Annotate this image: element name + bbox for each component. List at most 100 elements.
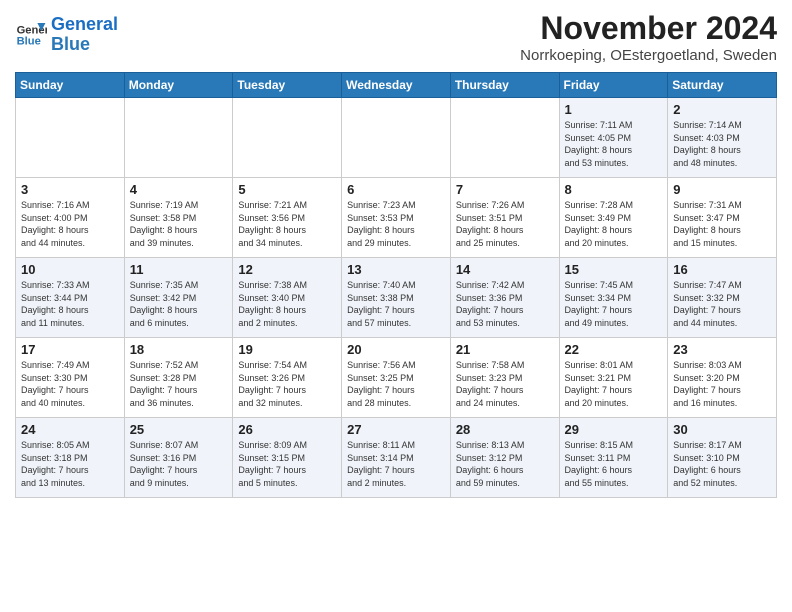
month-title: November 2024 — [520, 10, 777, 47]
day-number: 7 — [456, 182, 554, 197]
day-info: Sunrise: 8:07 AM Sunset: 3:16 PM Dayligh… — [130, 439, 228, 489]
day-number: 4 — [130, 182, 228, 197]
day-number: 18 — [130, 342, 228, 357]
calendar-body: 1Sunrise: 7:11 AM Sunset: 4:05 PM Daylig… — [16, 98, 777, 498]
day-info: Sunrise: 7:21 AM Sunset: 3:56 PM Dayligh… — [238, 199, 336, 249]
calendar-cell: 8 Sunrise: 7:28 AM Sunset: 3:49 PM Daylig… — [559, 178, 668, 258]
day-number: 25 — [130, 422, 228, 437]
day-number: 8 — [565, 182, 663, 197]
day-number: 16 — [673, 262, 771, 277]
calendar-cell: 24 Sunrise: 8:05 AM Sunset: 3:18 PM Dayli… — [16, 418, 125, 498]
location: Norrkoeping, OEstergoetland, Sweden — [520, 47, 777, 64]
weekday-header: Tuesday — [233, 73, 342, 98]
calendar-cell: 3 Sunrise: 7:16 AM Sunset: 4:00 PM Daylig… — [16, 178, 125, 258]
day-info: Sunrise: 7:40 AM Sunset: 3:38 PM Dayligh… — [347, 279, 445, 329]
day-info: Sunrise: 8:17 AM Sunset: 3:10 PM Dayligh… — [673, 439, 771, 489]
day-info: Sunrise: 7:35 AM Sunset: 3:42 PM Dayligh… — [130, 279, 228, 329]
day-info: Sunrise: 8:09 AM Sunset: 3:15 PM Dayligh… — [238, 439, 336, 489]
day-number: 29 — [565, 422, 663, 437]
weekday-header: Monday — [124, 73, 233, 98]
day-info: Sunrise: 8:11 AM Sunset: 3:14 PM Dayligh… — [347, 439, 445, 489]
calendar-cell: 5 Sunrise: 7:21 AM Sunset: 3:56 PM Daylig… — [233, 178, 342, 258]
title-area: November 2024 Norrkoeping, OEstergoetlan… — [520, 10, 777, 64]
calendar-cell: 25 Sunrise: 8:07 AM Sunset: 3:16 PM Dayli… — [124, 418, 233, 498]
calendar-cell: 19 Sunrise: 7:54 AM Sunset: 3:26 PM Dayli… — [233, 338, 342, 418]
day-number: 24 — [21, 422, 119, 437]
day-info: Sunrise: 8:13 AM Sunset: 3:12 PM Dayligh… — [456, 439, 554, 489]
day-number: 23 — [673, 342, 771, 357]
weekday-header: Saturday — [668, 73, 777, 98]
day-number: 26 — [238, 422, 336, 437]
calendar-cell: 10 Sunrise: 7:33 AM Sunset: 3:44 PM Dayli… — [16, 258, 125, 338]
calendar-cell — [124, 98, 233, 178]
calendar-week-row: 24 Sunrise: 8:05 AM Sunset: 3:18 PM Dayli… — [16, 418, 777, 498]
day-number: 30 — [673, 422, 771, 437]
calendar-cell: 16 Sunrise: 7:47 AM Sunset: 3:32 PM Dayli… — [668, 258, 777, 338]
day-info: Sunrise: 7:16 AM Sunset: 4:00 PM Dayligh… — [21, 199, 119, 249]
day-info: Sunrise: 7:52 AM Sunset: 3:28 PM Dayligh… — [130, 359, 228, 409]
day-number: 1 — [565, 102, 663, 117]
calendar-cell — [233, 98, 342, 178]
day-info: Sunrise: 7:54 AM Sunset: 3:26 PM Dayligh… — [238, 359, 336, 409]
calendar-cell: 21 Sunrise: 7:58 AM Sunset: 3:23 PM Dayli… — [450, 338, 559, 418]
calendar-week-row: 1Sunrise: 7:11 AM Sunset: 4:05 PM Daylig… — [16, 98, 777, 178]
day-info: Sunrise: 8:01 AM Sunset: 3:21 PM Dayligh… — [565, 359, 663, 409]
day-number: 27 — [347, 422, 445, 437]
day-info: Sunrise: 7:33 AM Sunset: 3:44 PM Dayligh… — [21, 279, 119, 329]
calendar-cell: 14Sunrise: 7:42 AM Sunset: 3:36 PM Dayli… — [450, 258, 559, 338]
day-number: 2 — [673, 102, 771, 117]
weekday-header: Thursday — [450, 73, 559, 98]
header: General Blue GeneralBlue November 2024 N… — [15, 10, 777, 64]
calendar-cell — [342, 98, 451, 178]
calendar-cell: 22 Sunrise: 8:01 AM Sunset: 3:21 PM Dayli… — [559, 338, 668, 418]
calendar-cell: 1Sunrise: 7:11 AM Sunset: 4:05 PM Daylig… — [559, 98, 668, 178]
day-number: 20 — [347, 342, 445, 357]
calendar-header-row: SundayMondayTuesdayWednesdayThursdayFrid… — [16, 73, 777, 98]
day-number: 9 — [673, 182, 771, 197]
weekday-header: Sunday — [16, 73, 125, 98]
logo-text: GeneralBlue — [51, 15, 118, 55]
day-info: Sunrise: 7:45 AM Sunset: 3:34 PM Dayligh… — [565, 279, 663, 329]
calendar-cell: 13 Sunrise: 7:40 AM Sunset: 3:38 PM Dayli… — [342, 258, 451, 338]
day-info: Sunrise: 7:23 AM Sunset: 3:53 PM Dayligh… — [347, 199, 445, 249]
calendar-cell: 11 Sunrise: 7:35 AM Sunset: 3:42 PM Dayli… — [124, 258, 233, 338]
calendar-cell: 9 Sunrise: 7:31 AM Sunset: 3:47 PM Daylig… — [668, 178, 777, 258]
calendar-cell: 18 Sunrise: 7:52 AM Sunset: 3:28 PM Dayli… — [124, 338, 233, 418]
calendar-cell: 12 Sunrise: 7:38 AM Sunset: 3:40 PM Dayli… — [233, 258, 342, 338]
day-info: Sunrise: 8:05 AM Sunset: 3:18 PM Dayligh… — [21, 439, 119, 489]
day-number: 5 — [238, 182, 336, 197]
calendar-cell: 17Sunrise: 7:49 AM Sunset: 3:30 PM Dayli… — [16, 338, 125, 418]
calendar-cell: 29Sunrise: 8:15 AM Sunset: 3:11 PM Dayli… — [559, 418, 668, 498]
svg-text:Blue: Blue — [17, 35, 41, 47]
weekday-header: Friday — [559, 73, 668, 98]
day-number: 13 — [347, 262, 445, 277]
day-number: 12 — [238, 262, 336, 277]
day-number: 10 — [21, 262, 119, 277]
day-number: 19 — [238, 342, 336, 357]
day-info: Sunrise: 7:26 AM Sunset: 3:51 PM Dayligh… — [456, 199, 554, 249]
calendar-cell: 20Sunrise: 7:56 AM Sunset: 3:25 PM Dayli… — [342, 338, 451, 418]
day-number: 3 — [21, 182, 119, 197]
logo: General Blue GeneralBlue — [15, 15, 118, 55]
day-number: 22 — [565, 342, 663, 357]
day-info: Sunrise: 7:58 AM Sunset: 3:23 PM Dayligh… — [456, 359, 554, 409]
day-number: 14 — [456, 262, 554, 277]
day-number: 15 — [565, 262, 663, 277]
day-info: Sunrise: 7:31 AM Sunset: 3:47 PM Dayligh… — [673, 199, 771, 249]
day-info: Sunrise: 7:19 AM Sunset: 3:58 PM Dayligh… — [130, 199, 228, 249]
day-number: 21 — [456, 342, 554, 357]
day-info: Sunrise: 7:49 AM Sunset: 3:30 PM Dayligh… — [21, 359, 119, 409]
calendar-week-row: 17Sunrise: 7:49 AM Sunset: 3:30 PM Dayli… — [16, 338, 777, 418]
weekday-header: Wednesday — [342, 73, 451, 98]
calendar-cell — [16, 98, 125, 178]
calendar-cell: 28Sunrise: 8:13 AM Sunset: 3:12 PM Dayli… — [450, 418, 559, 498]
day-info: Sunrise: 7:28 AM Sunset: 3:49 PM Dayligh… — [565, 199, 663, 249]
calendar-cell: 15 Sunrise: 7:45 AM Sunset: 3:34 PM Dayli… — [559, 258, 668, 338]
day-number: 11 — [130, 262, 228, 277]
day-info: Sunrise: 7:47 AM Sunset: 3:32 PM Dayligh… — [673, 279, 771, 329]
calendar-cell: 23Sunrise: 8:03 AM Sunset: 3:20 PM Dayli… — [668, 338, 777, 418]
calendar-week-row: 10 Sunrise: 7:33 AM Sunset: 3:44 PM Dayli… — [16, 258, 777, 338]
calendar-cell: 7 Sunrise: 7:26 AM Sunset: 3:51 PM Daylig… — [450, 178, 559, 258]
calendar-cell — [450, 98, 559, 178]
day-info: Sunrise: 7:38 AM Sunset: 3:40 PM Dayligh… — [238, 279, 336, 329]
